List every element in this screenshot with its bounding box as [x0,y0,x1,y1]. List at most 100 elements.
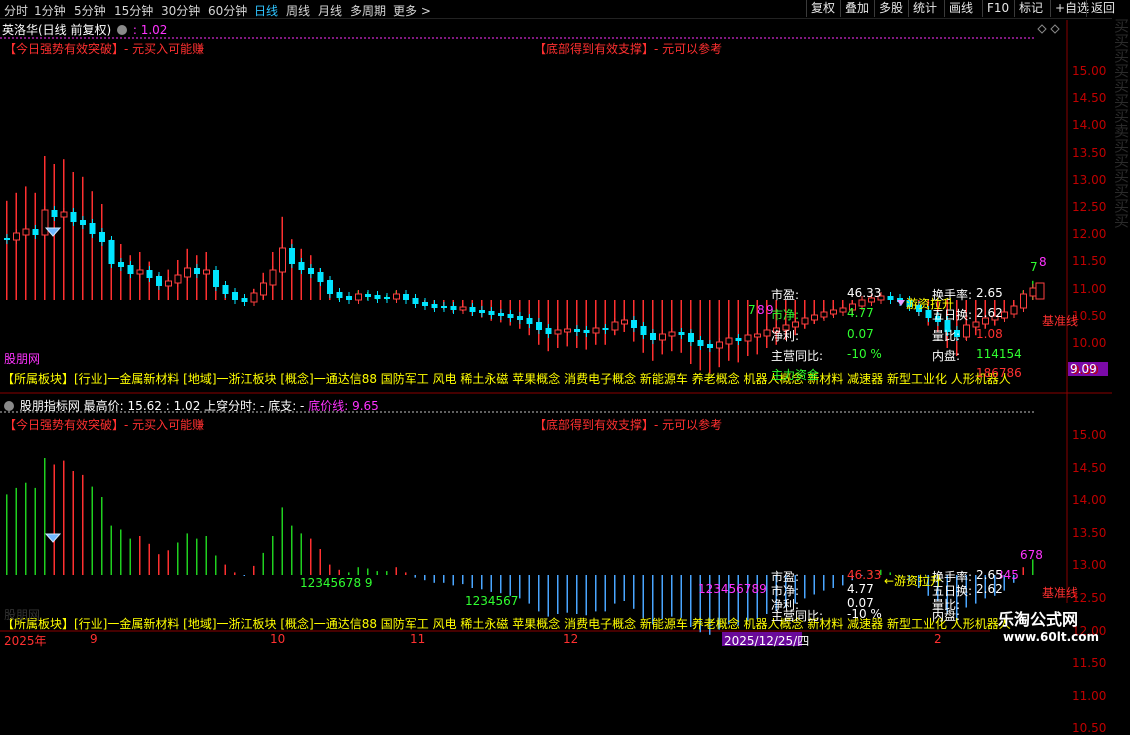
candle [887,296,894,300]
pb-label: 市净: [771,308,800,322]
candle [393,293,400,300]
high-value: 15.62 [127,399,162,413]
undefined [557,575,559,614]
candle [554,329,562,335]
candle [1020,293,1027,309]
candle [289,248,295,264]
undefined [25,482,27,575]
candle [1029,287,1037,297]
end-counter-7: 7 [1030,260,1038,274]
undefined [224,564,226,575]
candle [127,265,134,274]
undefined [452,575,454,586]
undefined [72,172,74,300]
undefined [566,300,568,347]
undefined [158,554,160,575]
undefined [319,549,321,575]
undefined [623,575,625,601]
undefined [680,300,682,353]
candle [536,322,542,330]
profit-label: 净利: [771,329,800,343]
candle [374,295,381,299]
undefined [338,569,340,575]
undefined [395,567,397,575]
candle [412,298,419,304]
undefined [63,460,65,575]
candle [213,270,219,287]
dropdown-circle-icon[interactable] [117,25,128,35]
hot-money-label: 游资拉升 [906,297,955,311]
ind-revenue-label: 主营同比: [771,609,824,623]
candle [308,268,314,274]
chart-canvas[interactable] [0,0,1130,650]
title-value: : 1.02 [132,23,168,37]
floor-label: 底价线: [308,399,349,413]
undefined [243,575,245,576]
brand-name: 乐淘公式网 [998,610,1079,629]
candle [564,328,571,333]
inner-label: 内盘: [932,349,961,363]
undefined [91,191,93,300]
floor-value: 9.65 [352,399,379,413]
indicator-price-tick: 13.00 [1072,558,1107,573]
undefined [604,575,606,612]
undefined [576,575,578,614]
candle [355,293,362,301]
undefined [186,533,188,575]
undefined [671,300,673,352]
ind-signal-support: 【底部得到有效支撑】- 元可以参考 [534,418,723,432]
candle [830,309,837,315]
main-fund-label: 主力资金 [771,368,820,382]
candle [89,223,96,234]
bottom-label: 底支: - [268,399,305,413]
val2: 1.02 [173,399,201,413]
undefined [718,300,720,368]
high-label: 最高价: [83,399,124,413]
undefined [53,464,55,575]
undefined [82,176,84,300]
ind-signal-breakout: 【今日强势有效突破】- 元买入可能赚 [4,418,205,432]
undefined [699,300,701,371]
undefined [91,486,93,575]
undefined [528,575,530,604]
candle [650,333,656,340]
candle [422,302,428,306]
watermark: 股朋网 [4,352,41,366]
ind-inner-label: 内盘: [932,609,961,623]
undefined [196,538,198,575]
month-12: 12 [563,632,579,646]
undefined [357,567,359,575]
indicator-title-row: 股朋指标网 最高价: 15.62 : 1.02 上穿分时: - 底支: - 底价… [2,397,379,414]
volume-ratio-value: 1.08 [976,327,1003,341]
ind-revenue-value: -10 % [847,607,882,621]
price-tick: 14.50 [1072,91,1107,106]
candle [269,269,277,286]
candle [517,316,523,320]
highlight-date: 2025/12/25/四 [724,634,810,648]
main-panel-title: 英洛华(日线 前复权) : 1.02 [2,21,167,38]
undefined [15,192,17,300]
candle [232,292,238,300]
price-tick: 13.50 [1072,145,1107,160]
price-tick: 15.00 [1072,64,1107,78]
undefined [737,300,739,363]
candle [507,314,514,318]
seq-counter-2: 1234567 [465,594,519,608]
undefined [500,575,502,594]
undefined [272,536,274,575]
undefined [576,300,578,348]
candle [260,282,267,296]
undefined [300,248,302,300]
undefined [832,575,834,588]
indicator-circle-icon[interactable] [4,401,14,411]
candle [441,306,447,308]
undefined [842,575,844,586]
indicator-price-tick: 10.50 [1072,721,1107,735]
volume-ratio-label: 量比: [932,329,961,343]
undefined [44,458,46,575]
undefined [6,200,8,300]
candle [250,292,258,303]
counter-8: 8 [757,303,765,317]
undefined [519,575,521,599]
undefined [1022,567,1024,575]
